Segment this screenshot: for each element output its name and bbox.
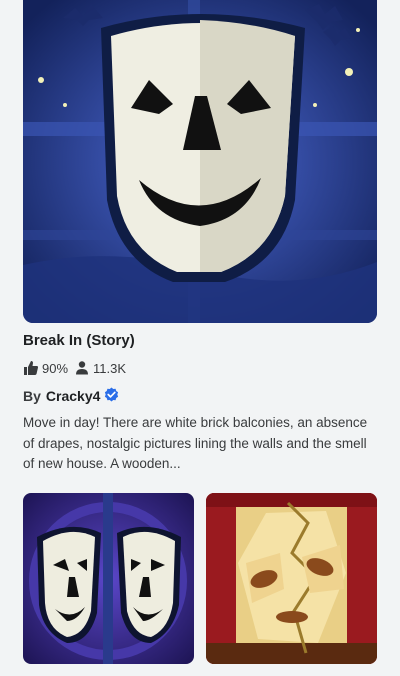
creator-link[interactable]: Cracky4: [46, 388, 101, 404]
related-thumbnail-1[interactable]: [23, 493, 194, 664]
game-title[interactable]: Break In (Story): [23, 332, 135, 349]
theater-mask-image: [23, 0, 377, 323]
game-stats: 90% 11.3K: [23, 360, 132, 376]
players-icon: [76, 361, 89, 375]
rating-value: 90%: [42, 360, 69, 376]
creator-line: By Cracky4: [23, 387, 119, 405]
players-stat: 11.3K: [74, 360, 126, 376]
shattered-mask-image: [206, 493, 377, 664]
players-value: 11.3K: [93, 360, 127, 376]
twin-masks-image: [23, 493, 194, 664]
thumbs-up-icon: [24, 361, 38, 375]
by-label: By: [23, 388, 41, 404]
game-thumbnail[interactable]: [23, 0, 377, 323]
rating-stat: 90%: [23, 360, 68, 376]
verified-badge-icon: [104, 387, 119, 405]
game-description: Move in day! There are white brick balco…: [23, 415, 368, 471]
related-thumbnail-2[interactable]: [206, 493, 377, 664]
